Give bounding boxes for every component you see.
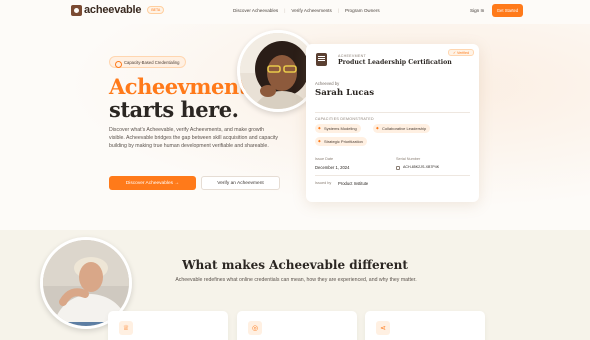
achieved-by-label: Acheeved by: [315, 81, 340, 86]
target-icon: ◎: [248, 321, 262, 335]
nav-link-program-owners[interactable]: Program Owners: [345, 8, 380, 13]
issued-by-label: Issued by: [315, 181, 332, 185]
feature-card: ♕: [108, 311, 228, 340]
sign-in-link[interactable]: Sign In: [470, 8, 484, 13]
discover-acheevables-button[interactable]: Discover Acheevables →: [109, 176, 196, 190]
issued-by-value: Product Institute: [338, 180, 369, 186]
copy-icon[interactable]: [396, 166, 400, 170]
issue-date-label: Issue Date: [315, 157, 334, 161]
divider: [315, 175, 470, 176]
award-icon: ♕: [119, 321, 133, 335]
hero-badge: Capacity-Based Credentialing: [109, 56, 187, 68]
verified-badge: ✓ Verified: [448, 49, 474, 56]
feature-card: ◎: [237, 311, 357, 340]
issue-date-value: December 1, 2024: [315, 165, 350, 170]
features-title: What makes Acheevable different: [182, 258, 408, 272]
credential-card[interactable]: ACHEEVMENT Product Leadership Certificat…: [306, 44, 479, 202]
nav-separator: |: [284, 8, 286, 13]
get-started-button[interactable]: Get Started: [492, 4, 523, 17]
logo-text: acheevable: [84, 4, 142, 16]
feature-card: ⋖: [365, 311, 485, 340]
capacities-label: CAPACITIES DEMONSTRATED: [315, 117, 374, 121]
certificate-icon: [316, 53, 327, 66]
hero-title-accent: Acheevment: [109, 74, 248, 99]
credential-kicker: ACHEEVMENT: [338, 54, 366, 58]
nav-link-discover[interactable]: Discover Acheevables: [233, 8, 278, 13]
top-nav: acheevable BETA Discover Acheevables | V…: [0, 0, 590, 24]
capacity-tag: Collaborative Leadership: [373, 124, 431, 133]
features-subtitle: Acheevable redefines what online credent…: [175, 277, 417, 283]
serial-number-value: ACH-85K2JS-XB7P4K: [403, 165, 440, 169]
capacity-tag-label: Systems Modeling: [324, 126, 357, 131]
logo[interactable]: acheevable BETA: [71, 4, 165, 16]
credential-title: Product Leadership Certification: [338, 59, 452, 66]
nav-link-verify[interactable]: Verify Acheevments: [291, 8, 331, 13]
hero-badge-label: Capacity-Based Credentialing: [124, 59, 180, 65]
capacity-tag-label: Collaborative Leadership: [382, 126, 427, 131]
serial-number-label: Serial Number: [396, 157, 421, 161]
nav-links: Discover Acheevables | Verify Acheevment…: [233, 8, 380, 13]
divider: [315, 112, 470, 113]
share-icon: ⋖: [376, 321, 390, 335]
achiever-name: Sarah Lucas: [315, 88, 375, 98]
nav-separator: |: [337, 8, 339, 13]
hero-title-rest: starts here.: [109, 97, 239, 122]
beta-badge: BETA: [147, 6, 165, 14]
hero-description: Discover what's Acheevable, verify Achee…: [109, 127, 278, 149]
capacity-tag: Strategic Prioritization: [315, 137, 367, 146]
capacity-tag: Systems Modeling: [315, 124, 361, 133]
verify-acheevment-button[interactable]: Verify an Acheevment: [201, 176, 280, 190]
capacity-tag-label: Strategic Prioritization: [324, 139, 363, 144]
logo-icon: [71, 4, 82, 16]
